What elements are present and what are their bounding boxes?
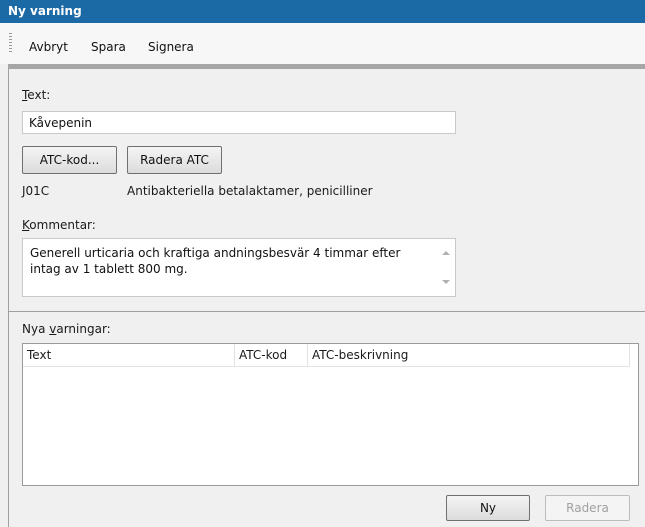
delete-button[interactable]: Radera: [545, 495, 630, 521]
comment-textarea[interactable]: Generell urticaria och kraftiga andnings…: [22, 238, 456, 297]
text-input[interactable]: [22, 111, 456, 134]
text-label: Text:: [22, 88, 51, 102]
atc-code-button[interactable]: ATC-kod...: [22, 146, 117, 174]
menu-item-cancel[interactable]: Avbryt: [29, 40, 68, 54]
column-header-atc-code[interactable]: ATC-kod: [235, 344, 308, 366]
comment-label: Kommentar:: [22, 218, 96, 232]
table-header: Text ATC-kod ATC-beskrivning: [23, 344, 630, 367]
window-title: Ny varning: [0, 0, 645, 23]
scroll-up-icon[interactable]: [442, 251, 450, 255]
scroll-down-icon[interactable]: [442, 280, 450, 284]
menu-item-save[interactable]: Spara: [91, 40, 126, 54]
toolbar-grip-icon[interactable]: [9, 33, 12, 53]
warnings-table[interactable]: Text ATC-kod ATC-beskrivning: [22, 343, 639, 486]
column-header-text[interactable]: Text: [23, 344, 235, 366]
menu-bar: Avbryt Spara Signera: [0, 23, 645, 64]
atc-description-value: Antibakteriella betalaktamer, penicillin…: [127, 184, 373, 198]
menu-separator: [8, 64, 645, 69]
section-divider: [9, 311, 645, 312]
new-warnings-label: Nya varningar:: [22, 322, 111, 336]
panel-border: [8, 69, 9, 527]
clear-atc-button[interactable]: Radera ATC: [127, 146, 222, 174]
column-header-atc-description[interactable]: ATC-beskrivning: [308, 344, 630, 366]
comment-text: Generell urticaria och kraftiga andnings…: [30, 246, 401, 276]
new-button[interactable]: Ny: [446, 495, 530, 521]
atc-code-value: J01C: [22, 184, 50, 198]
comment-scrollbar[interactable]: [438, 239, 455, 296]
menu-item-sign[interactable]: Signera: [148, 40, 194, 54]
